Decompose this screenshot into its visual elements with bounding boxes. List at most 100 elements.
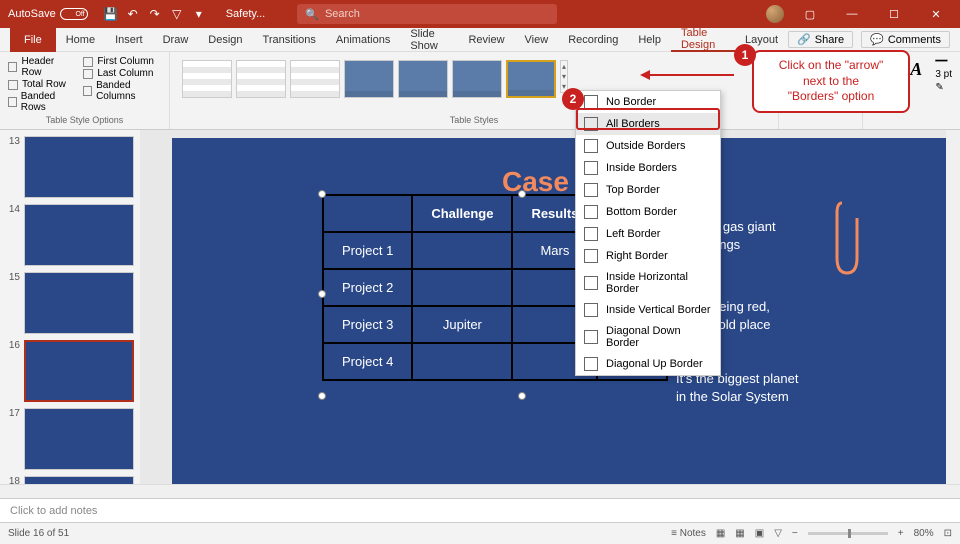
minimize-button[interactable]: — <box>836 0 868 28</box>
pen-weight[interactable]: 3 pt <box>935 69 952 80</box>
thumb-number: 18 <box>4 476 20 484</box>
callout-text-line: Click on the "arrow" <box>764 58 898 74</box>
qat-more-icon[interactable]: ▾ <box>192 7 206 21</box>
undo-icon[interactable]: ↶ <box>126 7 140 21</box>
zoom-in-icon[interactable]: + <box>898 528 904 539</box>
table-style-thumb-selected[interactable] <box>506 60 556 98</box>
selection-handle[interactable] <box>318 190 326 198</box>
slide-thumbnail[interactable] <box>24 136 134 198</box>
selection-handle[interactable] <box>518 392 526 400</box>
selection-handle[interactable] <box>318 290 326 298</box>
gallery-down-icon[interactable]: ▾ <box>562 72 566 81</box>
selection-handle[interactable] <box>518 190 526 198</box>
tab-home[interactable]: Home <box>56 28 105 52</box>
normal-view-icon[interactable]: ▦ <box>716 528 725 539</box>
ribbon-display-icon[interactable]: ▢ <box>794 0 826 28</box>
zoom-slider[interactable] <box>808 532 888 535</box>
table-style-thumb[interactable] <box>236 60 286 98</box>
header-row-checkbox[interactable]: Header Row <box>8 56 73 78</box>
table-cell[interactable]: Project 2 <box>323 269 412 306</box>
slide-counter[interactable]: Slide 16 of 51 <box>8 528 69 539</box>
table-cell[interactable] <box>412 343 512 380</box>
slide-thumbnail[interactable] <box>24 408 134 470</box>
tab-transitions[interactable]: Transitions <box>253 28 326 52</box>
autosave-toggle[interactable]: AutoSave Off <box>0 8 96 20</box>
table-header[interactable] <box>323 195 412 232</box>
pen-color-icon[interactable]: ✎ <box>935 82 952 93</box>
tab-help[interactable]: Help <box>628 28 671 52</box>
tab-file[interactable]: File <box>10 28 56 52</box>
reading-view-icon[interactable]: ▣ <box>755 528 764 539</box>
tab-insert[interactable]: Insert <box>105 28 153 52</box>
menu-item-diagonal-up[interactable]: Diagonal Up Border <box>576 353 720 375</box>
tab-review[interactable]: Review <box>458 28 514 52</box>
tab-animations[interactable]: Animations <box>326 28 400 52</box>
menu-item-right-border[interactable]: Right Border <box>576 245 720 267</box>
vertical-scrollbar[interactable] <box>946 130 960 484</box>
table-cell[interactable]: Project 3 <box>323 306 412 343</box>
table-cell[interactable] <box>412 269 512 306</box>
first-column-checkbox[interactable]: First Column <box>83 56 161 67</box>
redo-icon[interactable]: ↷ <box>148 7 162 21</box>
share-button[interactable]: 🔗Share <box>788 31 853 48</box>
table-style-thumb[interactable] <box>452 60 502 98</box>
menu-item-all-borders[interactable]: All Borders <box>576 113 720 135</box>
sorter-view-icon[interactable]: ▦ <box>735 528 744 539</box>
slide-thumbnail[interactable] <box>24 272 134 334</box>
tab-view[interactable]: View <box>515 28 559 52</box>
table-style-thumb[interactable] <box>182 60 232 98</box>
tab-design[interactable]: Design <box>198 28 252 52</box>
fit-to-window-icon[interactable]: ⊡ <box>944 528 952 539</box>
from-beginning-icon[interactable]: ▽ <box>170 7 184 21</box>
maximize-button[interactable]: ☐ <box>878 0 910 28</box>
menu-item-inside-vertical[interactable]: Inside Vertical Border <box>576 299 720 321</box>
menu-item-no-border[interactable]: No Border <box>576 91 720 113</box>
menu-item-bottom-border[interactable]: Bottom Border <box>576 201 720 223</box>
menu-item-inside-borders[interactable]: Inside Borders <box>576 157 720 179</box>
banded-rows-checkbox[interactable]: Banded Rows <box>8 91 73 113</box>
selection-handle[interactable] <box>318 392 326 400</box>
last-column-checkbox[interactable]: Last Column <box>83 68 161 79</box>
table-cell[interactable]: Project 4 <box>323 343 412 380</box>
slide-thumbnail[interactable] <box>24 204 134 266</box>
table-cell[interactable]: Project 1 <box>323 232 412 269</box>
user-avatar[interactable] <box>766 5 784 23</box>
gallery-up-icon[interactable]: ▴ <box>562 62 566 71</box>
tab-slideshow[interactable]: Slide Show <box>400 28 458 52</box>
menu-item-left-border[interactable]: Left Border <box>576 223 720 245</box>
comments-button[interactable]: 💬Comments <box>861 31 950 48</box>
total-row-checkbox[interactable]: Total Row <box>8 79 73 90</box>
document-title[interactable]: Safety... <box>214 8 278 20</box>
slide-thumbnail[interactable] <box>24 476 134 484</box>
slide-thumbnail-active[interactable] <box>24 340 134 402</box>
close-button[interactable]: ✕ <box>920 0 952 28</box>
slide-thumbnails-panel[interactable]: 13 14 15 16 17 18 <box>0 130 140 484</box>
menu-item-outside-borders[interactable]: Outside Borders <box>576 135 720 157</box>
notes-pane[interactable]: Click to add notes <box>0 498 960 522</box>
menu-item-inside-horizontal[interactable]: Inside Horizontal Border <box>576 267 720 299</box>
menu-item-diagonal-down[interactable]: Diagonal Down Border <box>576 321 720 353</box>
tab-draw[interactable]: Draw <box>153 28 199 52</box>
table-cell[interactable] <box>412 232 512 269</box>
pen-style-icon[interactable]: ━━ <box>935 56 952 67</box>
ribbon-tabs: File Home Insert Draw Design Transitions… <box>0 28 960 52</box>
slide-canvas[interactable]: Case Challenge Results S Project 1Mars P… <box>140 130 960 484</box>
notes-toggle[interactable]: ≡ Notes <box>671 528 706 539</box>
callout-badge-2: 2 <box>562 88 584 110</box>
zoom-level[interactable]: 80% <box>914 528 934 539</box>
search-box[interactable]: 🔍 Search <box>297 4 557 24</box>
save-icon[interactable]: 💾 <box>104 7 118 21</box>
slideshow-view-icon[interactable]: ▽ <box>774 528 782 539</box>
group-label-style-options: Table Style Options <box>8 113 161 125</box>
table-header[interactable]: Challenge <box>412 195 512 232</box>
table-style-thumb[interactable] <box>398 60 448 98</box>
tab-table-design[interactable]: Table Design <box>671 28 735 52</box>
menu-item-top-border[interactable]: Top Border <box>576 179 720 201</box>
tab-recording[interactable]: Recording <box>558 28 628 52</box>
table-cell[interactable]: Jupiter <box>412 306 512 343</box>
zoom-out-icon[interactable]: − <box>792 528 798 539</box>
horizontal-scrollbar[interactable] <box>0 484 960 498</box>
table-style-thumb[interactable] <box>290 60 340 98</box>
banded-columns-checkbox[interactable]: Banded Columns <box>83 80 161 102</box>
table-style-thumb[interactable] <box>344 60 394 98</box>
